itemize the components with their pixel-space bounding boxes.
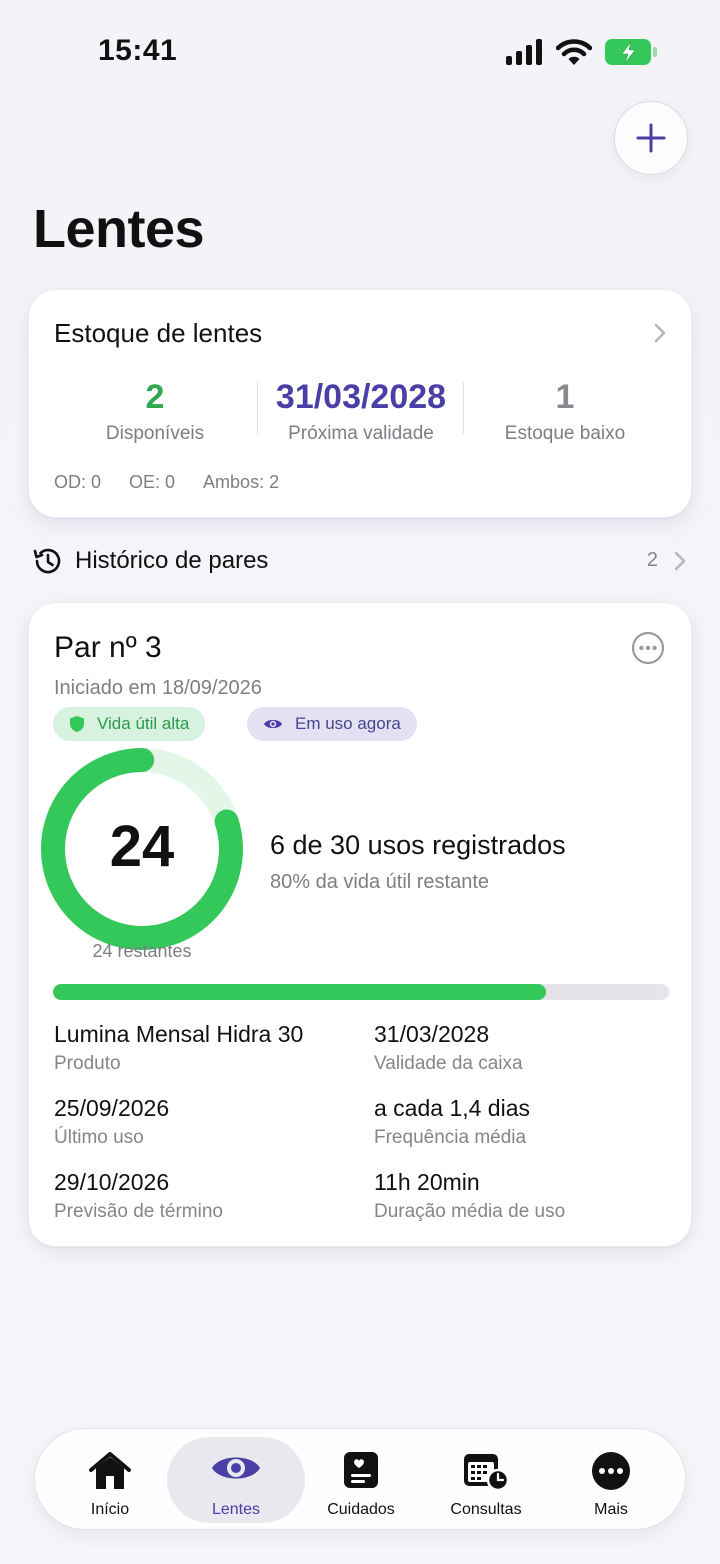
remaining-label: 24 restantes	[92, 941, 192, 961]
detail-last-use: 25/09/2026 Último uso	[54, 1095, 169, 1149]
remaining-number: 24	[109, 814, 175, 879]
detail-end-forecast-value: 29/10/2026	[54, 1169, 170, 1195]
detail-box-expiry: 31/03/2028 Validade da caixa	[374, 1021, 523, 1075]
detail-end-forecast-label: Previsão de término	[54, 1201, 223, 1222]
chevron-right-icon	[654, 323, 666, 343]
battery-charging-icon	[605, 39, 657, 65]
eye-icon	[212, 1457, 260, 1479]
chevron-right-icon	[674, 551, 686, 571]
status-icons	[506, 38, 658, 66]
calendar-clock-icon	[464, 1454, 510, 1491]
pair-title: Par nº 3	[54, 631, 162, 664]
shield-icon	[70, 716, 84, 732]
uses-subtitle: 80% da vida útil restante	[270, 871, 490, 893]
badge-life-high: Vida útil alta	[53, 707, 206, 741]
stat-low-stock-value: 1	[555, 378, 575, 416]
add-button[interactable]	[614, 101, 688, 175]
more-options-button[interactable]	[631, 631, 665, 665]
stat-next-expiry-value: 31/03/2028	[275, 378, 447, 416]
detail-frequency: a cada 1,4 dias Frequência média	[374, 1095, 530, 1149]
plus-icon	[636, 123, 666, 153]
tab-cuidados-label: Cuidados	[327, 1501, 395, 1518]
stat-next-expiry: 31/03/2028 Próxima validade	[258, 378, 464, 445]
status-time: 15:41	[98, 34, 178, 67]
detail-frequency-value: a cada 1,4 dias	[374, 1095, 531, 1121]
tab-consultas-label: Consultas	[450, 1501, 522, 1518]
stock-card[interactable]: Estoque de lentes 2 Disponíveis 31/03/20…	[28, 289, 692, 518]
more-icon	[592, 1452, 630, 1490]
eye-counts: OD: 0 OE: 0 Ambos: 2	[54, 472, 279, 493]
badge-use-label: Em uso agora	[295, 714, 401, 733]
pair-started: Iniciado em 18/09/2026	[54, 677, 262, 699]
stat-available: 2 Disponíveis	[85, 378, 225, 445]
cellular-signal-icon	[506, 39, 542, 65]
pair-card: Par nº 3 Iniciado em 18/09/2026 Vida úti…	[28, 602, 692, 1247]
badge-in-use: Em uso agora	[247, 707, 417, 741]
history-clock-icon	[33, 548, 61, 574]
detail-avg-duration-label: Duração média de uso	[374, 1201, 566, 1222]
stat-available-label: Disponíveis	[105, 423, 205, 444]
life-progress-bar	[53, 984, 669, 1000]
detail-product-value: Lumina Mensal Hidra 30	[54, 1021, 304, 1047]
page-title: Lentes	[33, 199, 205, 259]
status-bar: 15:41	[0, 0, 720, 100]
count-od: OD: 0	[54, 472, 102, 492]
stock-card-title: Estoque de lentes	[54, 318, 263, 348]
stat-available-value: 2	[145, 378, 165, 416]
stat-next-expiry-label: Próxima validade	[288, 423, 434, 444]
detail-avg-duration: 11h 20min Duração média de uso	[374, 1169, 565, 1223]
uses-title: 6 de 30 usos registrados	[270, 830, 566, 860]
tab-inicio[interactable]: Início	[59, 1437, 161, 1523]
detail-avg-duration-value: 11h 20min	[374, 1169, 480, 1195]
life-progress-fill	[53, 984, 546, 1000]
eye-icon	[264, 719, 282, 729]
detail-box-expiry-label: Validade da caixa	[374, 1053, 523, 1074]
detail-product-label: Produto	[54, 1053, 121, 1074]
detail-frequency-label: Frequência média	[374, 1127, 527, 1148]
detail-end-forecast: 29/10/2026 Previsão de término	[54, 1169, 223, 1223]
history-label: Histórico de pares	[75, 547, 269, 574]
house-icon	[89, 1452, 131, 1489]
count-oe: OE: 0	[129, 472, 176, 492]
tab-bar: Início Lentes Cuidados Consultas Mais	[34, 1428, 686, 1530]
detail-last-use-label: Último uso	[54, 1127, 144, 1148]
tab-lentes-label: Lentes	[211, 1501, 261, 1518]
count-both: Ambos: 2	[203, 472, 280, 492]
care-card-icon	[344, 1452, 378, 1488]
badge-life-label: Vida útil alta	[97, 714, 190, 733]
detail-last-use-value: 25/09/2026	[54, 1095, 170, 1121]
detail-box-expiry-value: 31/03/2028	[374, 1021, 490, 1047]
wifi-icon	[556, 39, 592, 65]
tab-mais-label: Mais	[594, 1501, 628, 1518]
tab-lentes[interactable]: Lentes	[167, 1437, 305, 1523]
tab-consultas[interactable]: Consultas	[431, 1437, 541, 1523]
history-count: 2	[646, 549, 658, 571]
stat-divider	[463, 382, 464, 434]
stat-low-stock-label: Estoque baixo	[504, 423, 626, 444]
tab-mais[interactable]: Mais	[561, 1437, 661, 1523]
history-row[interactable]: Histórico de pares 2	[30, 540, 690, 580]
stat-low-stock: 1 Estoque baixo	[479, 378, 651, 445]
tab-inicio-label: Início	[90, 1501, 130, 1518]
tab-cuidados[interactable]: Cuidados	[311, 1437, 411, 1523]
detail-product: Lumina Mensal Hidra 30 Produto	[54, 1021, 303, 1075]
